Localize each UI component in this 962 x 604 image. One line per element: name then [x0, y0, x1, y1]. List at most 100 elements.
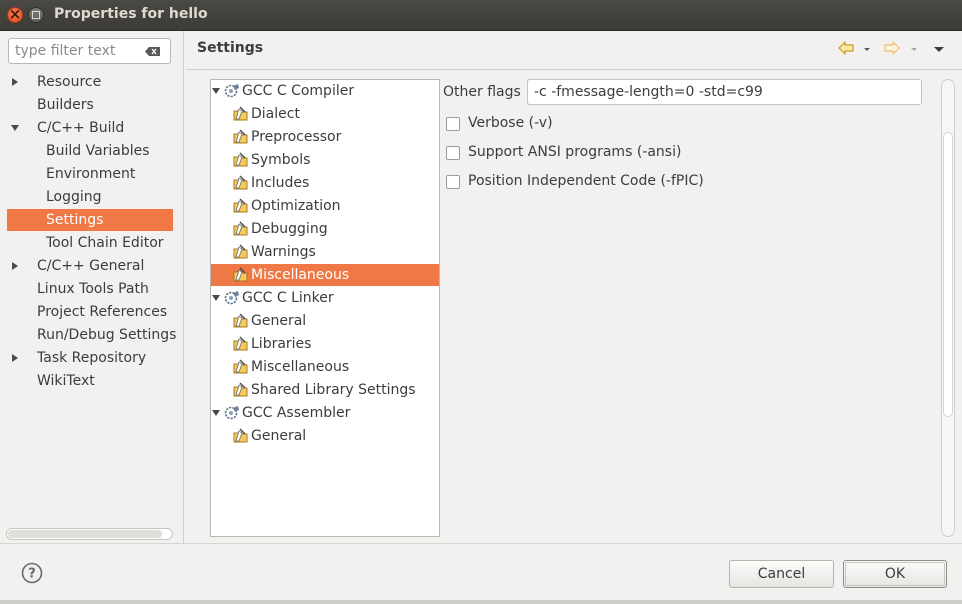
- ansi-label: Support ANSI programs (-ansi): [468, 144, 682, 160]
- tree-node-label: Symbols: [251, 152, 311, 168]
- expanded-arrow-icon[interactable]: [211, 402, 222, 424]
- scrollbar-thumb[interactable]: [8, 530, 162, 538]
- option-tree-node[interactable]: Warnings: [211, 241, 439, 263]
- option-tree-node[interactable]: Preprocessor: [211, 126, 439, 148]
- footer-separator: [0, 543, 962, 544]
- window-title: Properties for hello: [54, 6, 208, 22]
- close-window-button[interactable]: [7, 5, 23, 23]
- tree-node-label: GCC C Compiler: [242, 83, 355, 99]
- nav-item-label: Linux Tools Path: [37, 281, 149, 297]
- option-tree-node[interactable]: General: [211, 425, 439, 447]
- nav-item-label: C/C++ General: [37, 258, 145, 274]
- tool-tree-node[interactable]: GCC Assembler: [211, 402, 439, 424]
- tool-tree-node[interactable]: GCC C Linker: [211, 287, 439, 309]
- tool-gear-icon: [224, 84, 239, 98]
- expanded-arrow-icon[interactable]: [211, 287, 222, 309]
- nav-item-label: Project References: [37, 304, 168, 320]
- option-folder-icon: [233, 175, 248, 190]
- tree-node-label: Includes: [251, 175, 310, 191]
- nav-item-label: Builders: [37, 97, 94, 113]
- filter-box[interactable]: [8, 38, 171, 64]
- settings-vertical-scrollbar[interactable]: [941, 79, 955, 537]
- nav-item[interactable]: Logging: [7, 186, 173, 208]
- nav-item[interactable]: Project References: [7, 301, 173, 323]
- nav-item[interactable]: Tool Chain Editor: [7, 232, 173, 254]
- maximize-window-button[interactable]: [28, 7, 44, 23]
- nav-item[interactable]: Settings: [7, 209, 173, 231]
- clear-filter-icon[interactable]: [145, 47, 160, 56]
- svg-text:?: ?: [28, 567, 36, 582]
- tree-node-label: Warnings: [251, 244, 316, 260]
- option-folder-icon: [233, 336, 248, 351]
- nav-item[interactable]: WikiText: [7, 370, 173, 392]
- page-title: Settings: [197, 40, 264, 56]
- option-tree-node[interactable]: Dialect: [211, 103, 439, 125]
- nav-item-label: Task Repository: [37, 350, 147, 366]
- nav-item-label: Logging: [46, 189, 102, 205]
- other-flags-input[interactable]: [527, 79, 922, 105]
- expanded-arrow-icon[interactable]: [10, 117, 20, 139]
- tool-gear-icon: [224, 406, 239, 420]
- option-tree-node[interactable]: Miscellaneous: [211, 264, 439, 286]
- option-folder-icon: [233, 382, 248, 397]
- filter-input[interactable]: [15, 41, 140, 61]
- nav-item[interactable]: C/C++ Build: [7, 117, 173, 139]
- tree-node-label: Miscellaneous: [251, 267, 350, 283]
- collapsed-arrow-icon[interactable]: [10, 255, 20, 277]
- nav-item[interactable]: Environment: [7, 163, 173, 185]
- ok-button-label: OK: [884, 566, 906, 582]
- option-tree-node[interactable]: Symbols: [211, 149, 439, 171]
- tree-node-label: Shared Library Settings: [251, 382, 416, 398]
- nav-item[interactable]: Build Variables: [7, 140, 173, 162]
- option-tree-node[interactable]: Debugging: [211, 218, 439, 240]
- nav-item-label: Environment: [46, 166, 136, 182]
- back-arrow-icon[interactable]: [838, 40, 854, 56]
- cancel-button[interactable]: Cancel: [729, 560, 834, 588]
- window-bottom-edge: [0, 600, 962, 604]
- verbose-label: Verbose (-v): [468, 115, 553, 131]
- forward-dropdown-icon[interactable]: [909, 45, 919, 53]
- expanded-arrow-icon[interactable]: [211, 80, 222, 102]
- nav-item[interactable]: C/C++ General: [7, 255, 173, 277]
- nav-item[interactable]: Linux Tools Path: [7, 278, 173, 300]
- option-folder-icon: [233, 221, 248, 236]
- tree-node-label: Libraries: [251, 336, 312, 352]
- option-tree-node[interactable]: Includes: [211, 172, 439, 194]
- view-menu-icon[interactable]: [932, 44, 946, 54]
- nav-item[interactable]: Builders: [7, 94, 173, 116]
- tree-node-label: Preprocessor: [251, 129, 342, 145]
- collapsed-arrow-icon[interactable]: [10, 71, 20, 93]
- nav-item-label: C/C++ Build: [37, 120, 125, 136]
- option-tree-node[interactable]: Libraries: [211, 333, 439, 355]
- property-nav-panel: Resource Builders C/C++ Build Build Variabl…: [0, 31, 182, 544]
- option-folder-icon: [233, 313, 248, 328]
- nav-horizontal-scrollbar[interactable]: [6, 528, 173, 540]
- other-flags-label: Other flags: [443, 84, 521, 100]
- fpic-checkbox[interactable]: [446, 175, 460, 189]
- ok-button[interactable]: OK: [843, 560, 947, 588]
- tree-node-label: Optimization: [251, 198, 341, 214]
- forward-arrow-icon[interactable]: [884, 40, 900, 56]
- nav-item-label: Resource: [37, 74, 102, 90]
- option-tree-node[interactable]: Miscellaneous: [211, 356, 439, 378]
- nav-item[interactable]: Task Repository: [7, 347, 173, 369]
- nav-item[interactable]: Run/Debug Settings: [7, 324, 177, 346]
- option-tree-node[interactable]: General: [211, 310, 439, 332]
- back-dropdown-icon[interactable]: [862, 45, 872, 53]
- tool-tree-node[interactable]: GCC C Compiler: [211, 80, 439, 102]
- option-folder-icon: [233, 267, 248, 282]
- nav-item-label: Tool Chain Editor: [46, 235, 164, 251]
- option-folder-icon: [233, 129, 248, 144]
- verbose-checkbox[interactable]: [446, 117, 460, 131]
- ansi-checkbox[interactable]: [446, 146, 460, 160]
- help-icon[interactable]: ?: [21, 562, 43, 584]
- nav-item[interactable]: Resource: [7, 71, 173, 93]
- nav-item-label: Run/Debug Settings: [37, 327, 177, 343]
- scrollbar-thumb[interactable]: [943, 132, 953, 417]
- collapsed-arrow-icon[interactable]: [10, 347, 20, 369]
- option-tree-node[interactable]: Optimization: [211, 195, 439, 217]
- option-tree-node[interactable]: Shared Library Settings: [211, 379, 439, 401]
- header-separator: [186, 69, 962, 70]
- panel-divider[interactable]: [183, 31, 187, 544]
- tool-gear-icon: [224, 291, 239, 305]
